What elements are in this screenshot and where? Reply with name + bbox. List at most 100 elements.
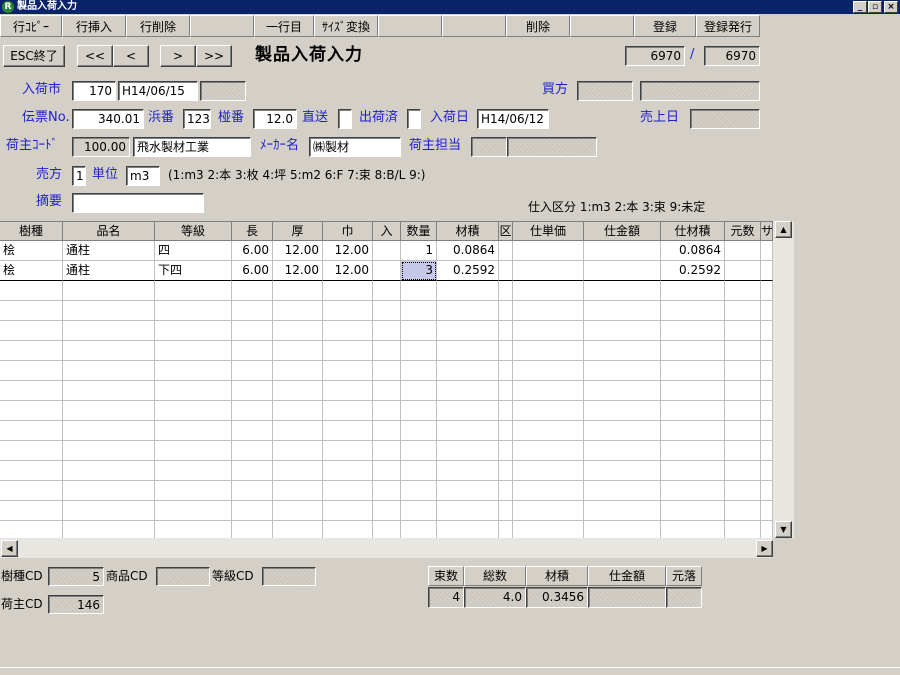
- empty-cell[interactable]: [155, 381, 232, 401]
- empty-cell[interactable]: [273, 361, 323, 381]
- empty-cell[interactable]: [401, 381, 437, 401]
- empty-cell[interactable]: [499, 401, 513, 421]
- empty-cell[interactable]: [232, 321, 273, 341]
- empty-cell[interactable]: [499, 441, 513, 461]
- empty-cell[interactable]: [232, 361, 273, 381]
- shipper-staff-code-field[interactable]: [471, 137, 507, 157]
- empty-cell[interactable]: [499, 341, 513, 361]
- empty-cell[interactable]: [273, 481, 323, 501]
- empty-cell[interactable]: [232, 481, 273, 501]
- empty-cell[interactable]: [499, 381, 513, 401]
- empty-cell[interactable]: [584, 321, 661, 341]
- empty-cell[interactable]: [761, 361, 773, 381]
- esc-exit-button[interactable]: ESC終了: [3, 45, 65, 67]
- empty-cell[interactable]: [155, 441, 232, 461]
- delete-button[interactable]: 削除: [506, 15, 570, 37]
- empty-cell[interactable]: [437, 381, 499, 401]
- empty-cell[interactable]: [155, 421, 232, 441]
- scroll-up-icon[interactable]: ▲: [775, 221, 792, 238]
- table-cell-kubun[interactable]: [499, 241, 513, 261]
- empty-cell[interactable]: [661, 341, 725, 361]
- slip-no-input[interactable]: 340.01: [72, 109, 144, 129]
- empty-cell[interactable]: [401, 361, 437, 381]
- empty-cell[interactable]: [661, 381, 725, 401]
- empty-cell[interactable]: [373, 521, 401, 539]
- empty-cell[interactable]: [373, 461, 401, 481]
- next-record-button[interactable]: >: [160, 45, 196, 67]
- empty-cell[interactable]: [437, 341, 499, 361]
- empty-cell[interactable]: [661, 421, 725, 441]
- empty-cell[interactable]: [661, 321, 725, 341]
- empty-cell[interactable]: [155, 281, 232, 301]
- empty-cell[interactable]: [401, 301, 437, 321]
- empty-cell[interactable]: [323, 321, 373, 341]
- empty-cell[interactable]: [661, 441, 725, 461]
- col-header-purchase-volume[interactable]: 仕材積: [661, 222, 725, 241]
- empty-cell[interactable]: [273, 301, 323, 321]
- blank-toolbar-button-4[interactable]: [570, 15, 634, 37]
- empty-cell[interactable]: [401, 521, 437, 539]
- table-cell-length[interactable]: 6.00: [232, 261, 273, 281]
- empty-cell[interactable]: [273, 441, 323, 461]
- empty-cell[interactable]: [232, 461, 273, 481]
- empty-cell[interactable]: [0, 461, 63, 481]
- size-convert-button[interactable]: ｻｲｽﾞ変換: [314, 15, 378, 37]
- empty-cell[interactable]: [437, 301, 499, 321]
- empty-cell[interactable]: [273, 501, 323, 521]
- col-header-sa[interactable]: サ: [761, 222, 773, 241]
- scroll-down-icon[interactable]: ▼: [775, 521, 792, 538]
- table-cell-product[interactable]: 通柱: [63, 241, 155, 261]
- empty-cell[interactable]: [761, 281, 773, 301]
- empty-cell[interactable]: [401, 281, 437, 301]
- empty-cell[interactable]: [725, 501, 761, 521]
- table-cell-volume[interactable]: 0.0864: [437, 241, 499, 261]
- empty-cell[interactable]: [63, 521, 155, 539]
- empty-cell[interactable]: [63, 501, 155, 521]
- empty-cell[interactable]: [513, 341, 584, 361]
- empty-cell[interactable]: [584, 481, 661, 501]
- empty-cell[interactable]: [273, 401, 323, 421]
- table-cell-width[interactable]: 12.00: [323, 241, 373, 261]
- maximize-button[interactable]: ▫: [868, 1, 882, 13]
- empty-cell[interactable]: [323, 461, 373, 481]
- table-cell-grade[interactable]: 四: [155, 241, 232, 261]
- empty-cell[interactable]: [725, 381, 761, 401]
- col-header-volume[interactable]: 材積: [437, 222, 499, 241]
- empty-cell[interactable]: [63, 441, 155, 461]
- empty-cell[interactable]: [513, 521, 584, 539]
- empty-cell[interactable]: [373, 301, 401, 321]
- empty-cell[interactable]: [499, 501, 513, 521]
- empty-cell[interactable]: [0, 361, 63, 381]
- empty-cell[interactable]: [584, 381, 661, 401]
- empty-cell[interactable]: [155, 501, 232, 521]
- col-header-species[interactable]: 樹種: [0, 222, 63, 241]
- empty-cell[interactable]: [513, 401, 584, 421]
- empty-cell[interactable]: [323, 281, 373, 301]
- empty-cell[interactable]: [437, 521, 499, 539]
- empty-cell[interactable]: [323, 441, 373, 461]
- empty-cell[interactable]: [401, 321, 437, 341]
- table-cell-volume[interactable]: 0.2592: [437, 261, 499, 281]
- table-cell-moto-count[interactable]: [725, 241, 761, 261]
- empty-cell[interactable]: [499, 521, 513, 539]
- col-header-unit-price[interactable]: 仕単価: [513, 222, 584, 241]
- col-header-in[interactable]: 入: [373, 222, 401, 241]
- blank-toolbar-button-3[interactable]: [442, 15, 506, 37]
- empty-cell[interactable]: [401, 421, 437, 441]
- empty-cell[interactable]: [323, 521, 373, 539]
- empty-cell[interactable]: [584, 401, 661, 421]
- arrival-date-input[interactable]: H14/06/12: [477, 109, 549, 129]
- empty-cell[interactable]: [63, 281, 155, 301]
- empty-cell[interactable]: [437, 501, 499, 521]
- table-cell-moto-count[interactable]: [725, 261, 761, 281]
- empty-cell[interactable]: [0, 341, 63, 361]
- empty-cell[interactable]: [499, 281, 513, 301]
- empty-cell[interactable]: [584, 361, 661, 381]
- empty-cell[interactable]: [499, 321, 513, 341]
- empty-cell[interactable]: [323, 481, 373, 501]
- empty-cell[interactable]: [513, 501, 584, 521]
- empty-cell[interactable]: [155, 481, 232, 501]
- empty-cell[interactable]: [761, 481, 773, 501]
- minimize-button[interactable]: _: [853, 1, 867, 13]
- empty-cell[interactable]: [155, 461, 232, 481]
